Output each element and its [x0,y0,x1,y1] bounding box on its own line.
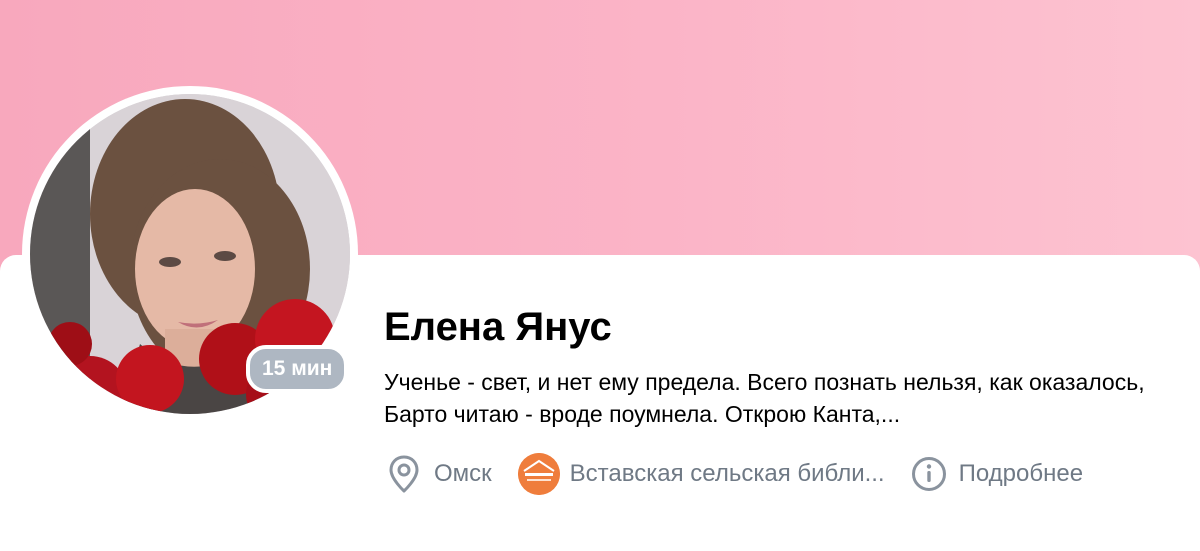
online-status-badge: 15 мин [246,345,349,393]
profile-info-row: Омск Вставская сельская библи... Подробн… [386,452,1083,496]
profile-name: Елена Янус [384,305,612,349]
profile-card: 15 мин Елена Янус Ученье - свет, и нет е… [0,0,1200,551]
org-logo [517,453,560,495]
location-label: Омск [434,460,492,487]
details-label: Подробнее [958,460,1084,487]
profile-status-text[interactable]: Ученье - свет, и нет ему предела. Всего … [384,366,1174,430]
workplace-link[interactable]: Вставская сельская библи... [517,453,885,495]
workplace-label: Вставская сельская библи... [569,460,885,487]
info-icon [911,454,947,494]
location-pin-icon [386,454,422,494]
location-link[interactable]: Омск [386,454,492,494]
details-button[interactable]: Подробнее [911,454,1083,494]
